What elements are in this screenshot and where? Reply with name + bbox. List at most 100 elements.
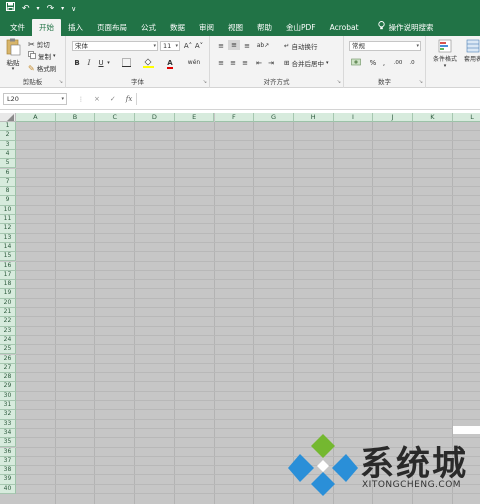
row-header[interactable]: 8 bbox=[0, 187, 16, 197]
wrap-text-button[interactable]: ↵ 自动换行 bbox=[284, 41, 317, 51]
font-color-button[interactable]: A bbox=[162, 58, 178, 69]
tab-page-layout[interactable]: 页面布局 bbox=[90, 19, 134, 36]
increase-decimal-button[interactable]: .00 bbox=[392, 58, 404, 68]
grow-font-button[interactable]: A˄ bbox=[183, 41, 193, 51]
row-header[interactable]: 31 bbox=[0, 401, 16, 411]
column-header[interactable]: F bbox=[214, 113, 255, 122]
row-header[interactable]: 37 bbox=[0, 456, 16, 467]
tab-acrobat[interactable]: Acrobat bbox=[323, 19, 366, 36]
paste-button[interactable]: 粘贴 ▾ bbox=[4, 38, 22, 72]
insert-function-icon[interactable]: fx bbox=[126, 95, 133, 103]
phonetic-guide-button[interactable]: wén bbox=[184, 58, 204, 68]
align-bottom-button[interactable]: ≡ bbox=[242, 41, 252, 51]
row-header[interactable]: 22 bbox=[0, 317, 16, 327]
column-header[interactable]: B bbox=[55, 113, 96, 122]
dropdown-icon[interactable]: ▾ bbox=[61, 2, 64, 16]
align-left-button[interactable]: ≡ bbox=[216, 58, 226, 68]
row-header[interactable]: 29 bbox=[0, 382, 16, 392]
align-top-button[interactable]: ≡ bbox=[216, 41, 226, 51]
format-painter-button[interactable]: ✎ 格式刷 bbox=[28, 63, 56, 74]
formula-input[interactable] bbox=[136, 93, 480, 105]
orientation-button[interactable]: ab↗ bbox=[256, 41, 270, 51]
chevron-down-icon[interactable]: ▾ bbox=[106, 58, 111, 68]
row-header[interactable]: 9 bbox=[0, 196, 16, 206]
tab-review[interactable]: 审阅 bbox=[192, 19, 221, 36]
decrease-indent-button[interactable]: ⇤ bbox=[254, 58, 264, 68]
tab-home[interactable]: 开始 bbox=[32, 19, 61, 36]
row-header[interactable]: 40 bbox=[0, 484, 16, 494]
row-header[interactable]: 15 bbox=[0, 252, 16, 262]
tab-insert[interactable]: 插入 bbox=[61, 19, 90, 36]
column-header[interactable]: D bbox=[135, 113, 175, 122]
row-header[interactable]: 34 bbox=[0, 428, 16, 439]
row-header[interactable]: 35 bbox=[0, 438, 16, 448]
row-header[interactable]: 5 bbox=[0, 159, 16, 169]
column-header[interactable]: E bbox=[174, 113, 215, 122]
enter-icon[interactable]: ✓ bbox=[110, 95, 116, 103]
row-header[interactable]: 14 bbox=[0, 242, 16, 253]
row-header[interactable]: 20 bbox=[0, 298, 16, 308]
column-header[interactable]: C bbox=[95, 113, 136, 122]
tab-help[interactable]: 帮助 bbox=[250, 19, 279, 36]
font-size-select[interactable]: 11 ▾ bbox=[160, 41, 180, 51]
column-header[interactable]: J bbox=[373, 113, 413, 122]
save-icon[interactable] bbox=[6, 2, 15, 16]
column-header[interactable]: A bbox=[16, 113, 56, 122]
row-header[interactable]: 13 bbox=[0, 233, 16, 243]
row-header[interactable]: 27 bbox=[0, 363, 16, 374]
column-header[interactable]: L bbox=[452, 113, 480, 122]
shrink-font-button[interactable]: A˅ bbox=[194, 41, 204, 51]
row-header[interactable]: 4 bbox=[0, 149, 16, 160]
row-header[interactable]: 1 bbox=[0, 122, 16, 132]
increase-indent-button[interactable]: ⇥ bbox=[266, 58, 276, 68]
italic-button[interactable]: I bbox=[84, 58, 94, 68]
tell-me-search[interactable]: 操作说明搜索 bbox=[366, 19, 441, 36]
row-header[interactable]: 23 bbox=[0, 326, 16, 336]
redo-icon[interactable]: ↷ bbox=[47, 2, 55, 16]
row-header[interactable]: 19 bbox=[0, 289, 16, 299]
bold-button[interactable]: B bbox=[72, 58, 82, 68]
row-header[interactable]: 33 bbox=[0, 419, 16, 429]
format-as-table-button[interactable]: 套用表格格 bbox=[464, 39, 480, 64]
dialog-launcher-icon[interactable]: ↘ bbox=[59, 79, 63, 85]
dropdown-icon[interactable]: ▾ bbox=[37, 2, 40, 16]
dialog-launcher-icon[interactable]: ↘ bbox=[419, 79, 423, 85]
number-format-select[interactable]: 常规 ▾ bbox=[349, 41, 421, 51]
column-header[interactable]: H bbox=[293, 113, 334, 122]
row-header[interactable]: 17 bbox=[0, 270, 16, 281]
row-header[interactable]: 21 bbox=[0, 308, 16, 318]
tab-file[interactable]: 文件 bbox=[0, 19, 32, 36]
row-header[interactable]: 32 bbox=[0, 410, 16, 420]
tab-view[interactable]: 视图 bbox=[221, 19, 250, 36]
undo-icon[interactable]: ↶ bbox=[22, 2, 30, 16]
accounting-format-button[interactable] bbox=[349, 58, 363, 70]
font-name-select[interactable]: 宋体 ▾ bbox=[72, 41, 158, 51]
cancel-icon[interactable]: × bbox=[94, 95, 100, 103]
copy-button[interactable]: 复制 ▾ bbox=[28, 51, 56, 61]
row-header[interactable]: 25 bbox=[0, 345, 16, 355]
row-header[interactable]: 36 bbox=[0, 447, 16, 457]
tab-formulas[interactable]: 公式 bbox=[134, 19, 163, 36]
row-header[interactable]: 6 bbox=[0, 168, 16, 178]
row-header[interactable]: 39 bbox=[0, 475, 16, 485]
row-header[interactable]: 18 bbox=[0, 280, 16, 290]
row-header[interactable]: 2 bbox=[0, 131, 16, 141]
row-header[interactable]: 28 bbox=[0, 373, 16, 383]
align-right-button[interactable]: ≡ bbox=[240, 58, 250, 68]
merge-center-button[interactable]: ⊞ 合并后居中 ▾ bbox=[284, 58, 328, 68]
row-header[interactable]: 24 bbox=[0, 335, 16, 346]
row-header[interactable]: 7 bbox=[0, 177, 16, 188]
align-middle-button[interactable]: ≡ bbox=[228, 40, 240, 50]
dialog-launcher-icon[interactable]: ↘ bbox=[337, 79, 341, 85]
decrease-decimal-button[interactable]: .0 bbox=[406, 58, 418, 68]
cut-button[interactable]: ✂ 剪切 bbox=[28, 39, 50, 50]
row-header[interactable]: 26 bbox=[0, 354, 16, 364]
dialog-launcher-icon[interactable]: ↘ bbox=[203, 79, 207, 85]
select-all-button[interactable] bbox=[0, 113, 16, 122]
column-header[interactable]: G bbox=[254, 113, 294, 122]
column-header[interactable]: K bbox=[413, 113, 453, 122]
tab-kingsoft-pdf[interactable]: 金山PDF bbox=[279, 19, 323, 36]
row-header[interactable]: 11 bbox=[0, 215, 16, 225]
row-header[interactable]: 38 bbox=[0, 466, 16, 476]
borders-button[interactable] bbox=[118, 58, 134, 70]
